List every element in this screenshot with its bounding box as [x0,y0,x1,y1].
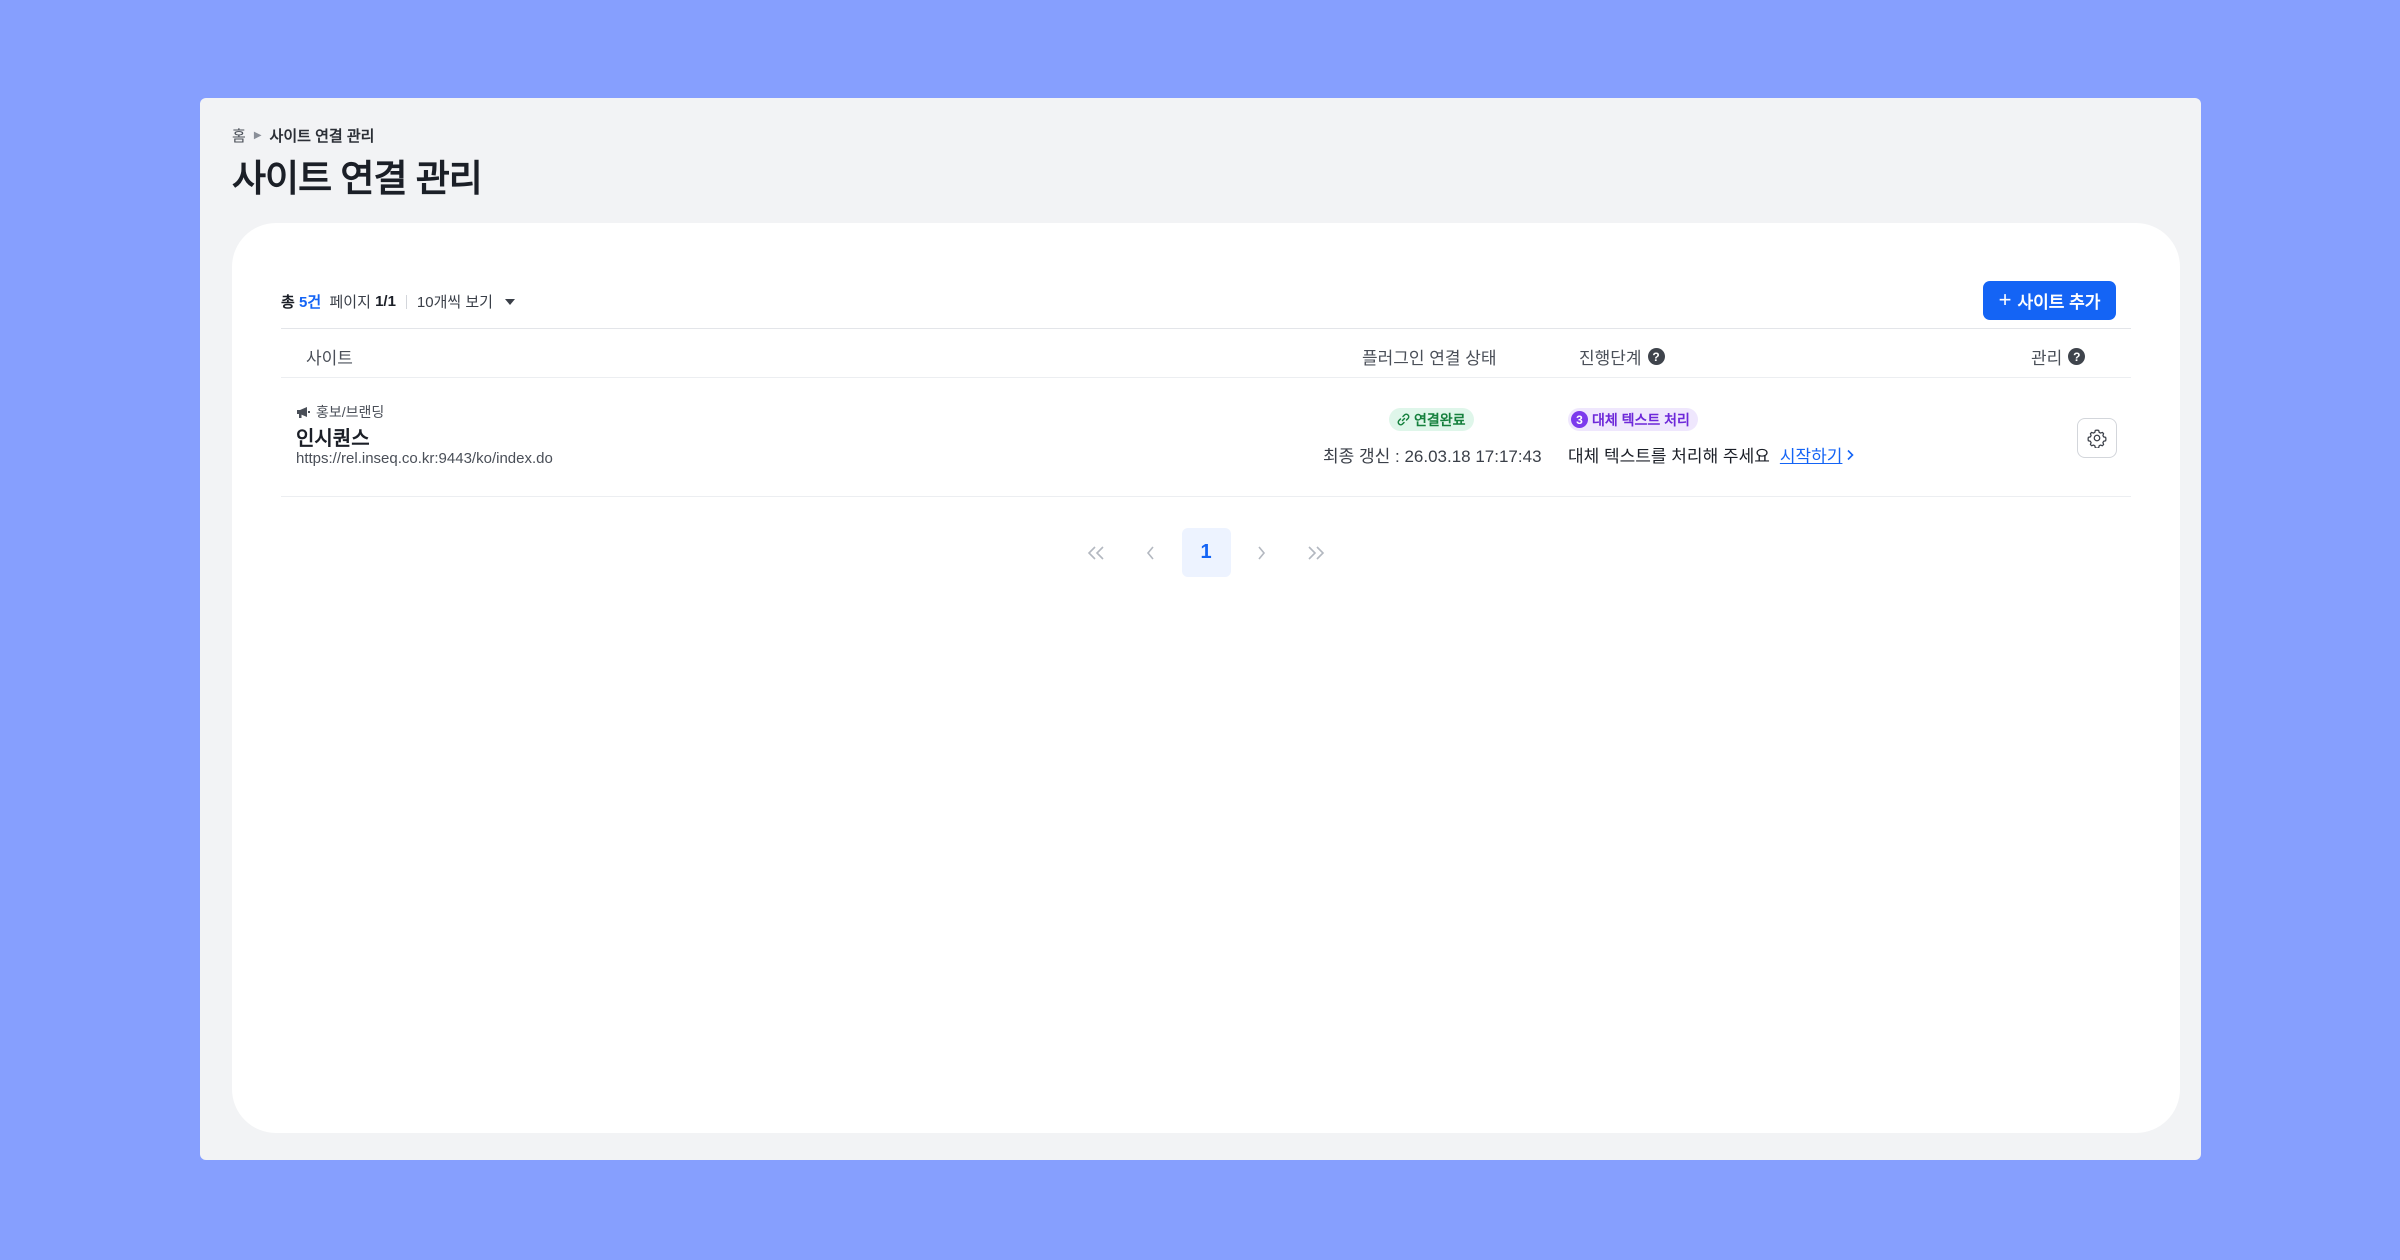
caret-down-icon [504,298,515,305]
add-site-button[interactable]: + 사이트 추가 [1983,281,2116,320]
last-page-button[interactable] [1292,528,1341,577]
divider [405,294,407,309]
total-prefix: 총 [281,294,295,311]
site-table: 사이트 플러그인 연결 상태 진행단계 ? 관리 ? 홍보/브랜딩 인시퀀스 h… [281,328,2131,497]
chevron-right-icon [1847,449,1855,460]
plus-icon: + [1998,286,2012,312]
page-title: 사이트 연결 관리 [232,158,483,199]
app-window: 홈 ▶ 사이트 연결 관리 사이트 연결 관리 총 5건 페이지 1/1 10개… [200,98,2201,1160]
table-header: 사이트 플러그인 연결 상태 진행단계 ? 관리 ? [281,328,2131,378]
list-toolbar: 총 5건 페이지 1/1 10개씩 보기 + 사이트 추가 [281,281,2131,321]
pagination: 1 [232,528,2180,577]
plugin-status-label: 연결완료 [1414,411,1466,428]
breadcrumb-home[interactable]: 홈 [232,125,246,146]
breadcrumb-separator-icon: ▶ [253,130,262,141]
per-page-select[interactable]: 10개씩 보기 [417,291,515,312]
double-chevron-left-icon [1087,545,1104,560]
prev-page-button[interactable] [1127,528,1176,577]
next-page-button[interactable] [1237,528,1286,577]
header-stage: 진행단계 ? [1579,344,1665,369]
manage-help-icon[interactable]: ? [2068,348,2086,365]
link-icon [1397,413,1410,426]
chevron-right-icon [1258,545,1266,560]
stage-number: 3 [1571,411,1588,428]
breadcrumb-current: 사이트 연결 관리 [269,128,375,145]
stage-message-line: 대체 텍스트를 처리해 주세요 시작하기 [1568,442,1855,467]
site-list-card: 총 5건 페이지 1/1 10개씩 보기 + 사이트 추가 사이트 플러그인 연… [232,223,2180,1133]
page-value: 1/1 [375,293,396,310]
header-manage-label: 관리 [2031,349,2063,368]
header-plugin-status-label: 플러그인 연결 상태 [1362,349,1497,368]
per-page-label: 10개씩 보기 [416,294,493,311]
page-number-button[interactable]: 1 [1181,528,1231,577]
stage-badge-label: 대체 텍스트 처리 [1592,411,1690,428]
start-link-label: 시작하기 [1779,447,1843,466]
list-summary: 총 5건 페이지 1/1 10개씩 보기 [281,291,515,312]
first-page-button[interactable] [1072,528,1121,577]
header-manage: 관리 ? [2031,344,2086,369]
page-label: 페이지 [329,294,371,311]
stage-message: 대체 텍스트를 처리해 주세요 [1568,447,1770,466]
breadcrumb: 홈 ▶ 사이트 연결 관리 [232,125,374,146]
gear-icon [2087,429,2107,448]
header-plugin-status: 플러그인 연결 상태 [1362,344,1497,369]
site-name[interactable]: 인시퀀스 [296,422,370,451]
start-link[interactable]: 시작하기 [1780,442,1855,467]
site-category-label: 홍보/브랜딩 [316,404,385,420]
header-site: 사이트 [306,344,353,369]
total-count: 5건 [298,294,322,311]
plugin-status-badge: 연결완료 [1389,408,1474,431]
add-site-label: 사이트 추가 [2017,293,2101,312]
table-row: 홍보/브랜딩 인시퀀스 https://rel.inseq.co.kr:9443… [281,378,2131,497]
stage-badge: 3 대체 텍스트 처리 [1568,408,1698,431]
site-url[interactable]: https://rel.inseq.co.kr:9443/ko/index.do [296,450,553,467]
chevron-left-icon [1146,545,1154,560]
header-stage-label: 진행단계 [1579,349,1642,368]
header-site-label: 사이트 [306,349,353,368]
last-updated: 최종 갱신 : 26.03.18 17:17:43 [1323,447,1542,466]
site-category: 홍보/브랜딩 [296,402,384,422]
stage-help-icon[interactable]: ? [1647,348,1665,365]
double-chevron-right-icon [1308,545,1325,560]
settings-button[interactable] [2077,418,2117,458]
megaphone-icon [297,406,310,418]
